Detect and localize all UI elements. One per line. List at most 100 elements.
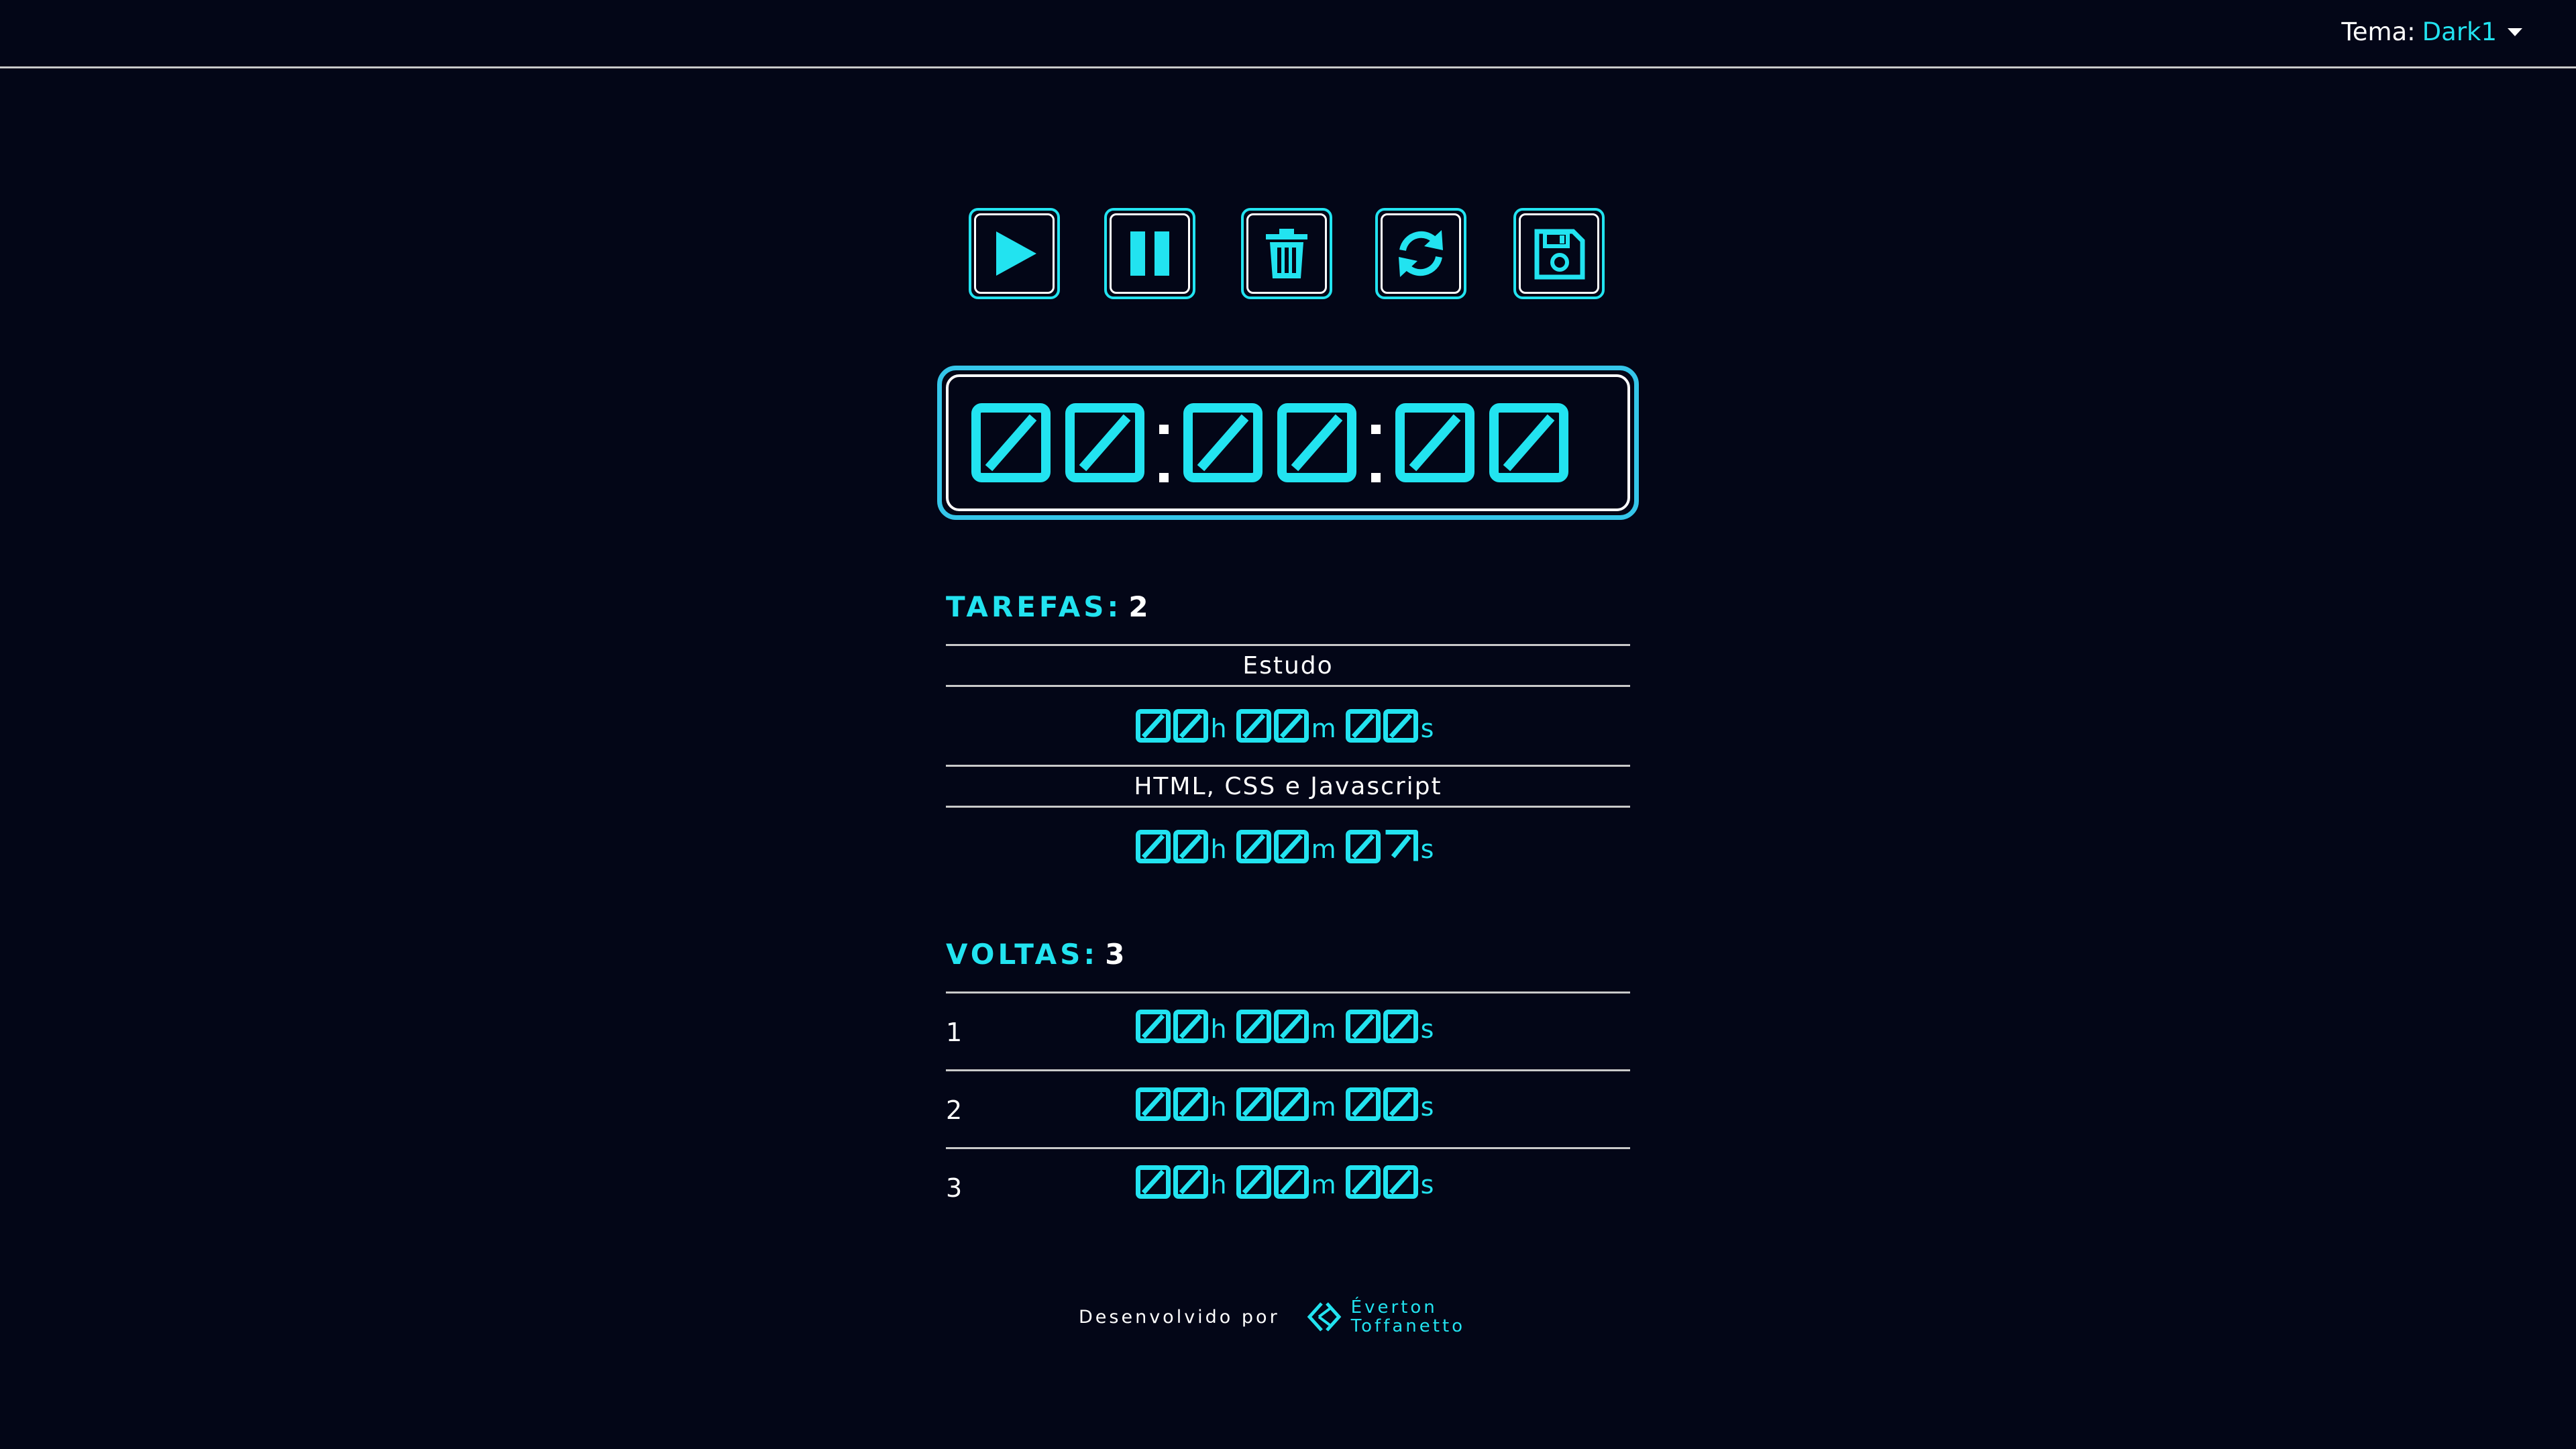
time-m-digits: [1236, 830, 1309, 863]
trash-icon: [1266, 229, 1307, 278]
theme-value[interactable]: Dark1: [2422, 17, 2497, 46]
digit: [1135, 1010, 1171, 1043]
unit-h: h: [1210, 1092, 1227, 1122]
unit-s: s: [1420, 1014, 1434, 1044]
time-value: hms: [1135, 1087, 1441, 1122]
author-logo-icon: [1307, 1302, 1342, 1332]
time-s-digits: [1345, 830, 1418, 863]
task-time: hms: [946, 808, 1630, 885]
lap-row: 1 hms: [946, 994, 1630, 1071]
digit: [1273, 709, 1309, 743]
colon-dot: [1159, 473, 1169, 482]
digit: [1273, 1165, 1309, 1199]
digit: [1173, 1165, 1208, 1199]
unit-h: h: [1210, 714, 1227, 743]
time-value: hms: [1135, 830, 1441, 864]
author-link[interactable]: Éverton Toffanetto: [1307, 1298, 1465, 1336]
digit: [1345, 1165, 1381, 1199]
digit: [1383, 709, 1418, 743]
save-button[interactable]: [1513, 208, 1605, 299]
author-first-name: Éverton: [1350, 1297, 1438, 1318]
lap-row: 3 hms: [946, 1149, 1630, 1225]
play-button[interactable]: [969, 208, 1060, 299]
developed-by-text: Desenvolvido por: [1079, 1306, 1280, 1328]
unit-m: m: [1311, 835, 1336, 864]
digit: [1345, 709, 1381, 743]
time-s-digits: [1345, 1165, 1418, 1199]
time-m-digits: [1236, 709, 1309, 743]
digit: [1236, 1165, 1271, 1199]
digit: [1236, 1010, 1271, 1043]
time-h-digits: [1135, 1010, 1208, 1043]
time-value: hms: [1135, 1010, 1441, 1044]
control-bar: [966, 208, 1610, 302]
digit: [1135, 1165, 1171, 1199]
laps-heading: VOLTAS: 3: [946, 938, 1128, 971]
refresh-icon: [1399, 230, 1443, 277]
colon-dot: [1159, 425, 1169, 434]
task-name: HTML, CSS e Javascript: [946, 765, 1630, 808]
digit: [1236, 830, 1271, 863]
digit: [1273, 1087, 1309, 1121]
digit: [1383, 1010, 1418, 1043]
tasks-list: Estudo h m s HTML, CSS e Javascript h m s: [946, 644, 1630, 885]
lap-row: 2 hms: [946, 1071, 1630, 1149]
laps-label: VOLTAS:: [946, 938, 1099, 971]
digit: [1135, 830, 1171, 863]
pause-icon: [1130, 231, 1169, 276]
unit-m: m: [1311, 1170, 1336, 1199]
time-s-digits: [1345, 1087, 1418, 1121]
timer-digit: [1183, 403, 1263, 482]
reset-button[interactable]: [1375, 208, 1466, 299]
task-name: Estudo: [946, 644, 1630, 687]
colon-dot: [1371, 425, 1381, 434]
chevron-down-icon[interactable]: [2508, 28, 2522, 36]
time-value: hms: [1135, 709, 1441, 743]
unit-h: h: [1210, 835, 1227, 864]
digit: [1345, 830, 1381, 863]
time-h-digits: [1135, 1165, 1208, 1199]
unit-s: s: [1420, 1170, 1434, 1199]
digit: [1383, 1165, 1418, 1199]
unit-m: m: [1311, 1092, 1336, 1122]
delete-button[interactable]: [1241, 208, 1332, 299]
pause-button[interactable]: [1104, 208, 1195, 299]
time-m-digits: [1236, 1087, 1309, 1121]
digit: [1173, 1087, 1208, 1121]
timer-digit: [1065, 403, 1144, 482]
timer-digit: [1395, 403, 1474, 482]
digit: [1236, 1087, 1271, 1121]
time-h-digits: [1135, 830, 1208, 863]
digit: [1173, 1010, 1208, 1043]
digit: [1273, 830, 1309, 863]
digit: [1273, 1010, 1309, 1043]
time-h-digits: [1135, 1087, 1208, 1121]
main-timer-digits: [971, 403, 1568, 482]
unit-m: m: [1311, 714, 1336, 743]
unit-m: m: [1311, 1014, 1336, 1044]
author-last-name: Toffanetto: [1350, 1316, 1466, 1336]
time-h-digits: [1135, 709, 1208, 743]
timer-digit: [1277, 403, 1356, 482]
digit: [1135, 1087, 1171, 1121]
unit-s: s: [1420, 714, 1434, 743]
digit: [1345, 1087, 1381, 1121]
floppy-disk-icon: [1534, 229, 1585, 280]
timer-digit: [1489, 403, 1568, 482]
time-m-digits: [1236, 1165, 1309, 1199]
unit-s: s: [1420, 835, 1434, 864]
main-timer-display: [937, 366, 1639, 520]
tasks-count: 2: [1128, 590, 1152, 623]
unit-h: h: [1210, 1014, 1227, 1044]
laps-count: 3: [1105, 938, 1128, 971]
digit: [1173, 830, 1208, 863]
theme-selector[interactable]: Tema: Dark1: [2341, 17, 2522, 46]
task-time: hms: [946, 687, 1630, 765]
digit: [1236, 709, 1271, 743]
timer-digit: [971, 403, 1051, 482]
digit: [1173, 709, 1208, 743]
footer: Desenvolvido por Éverton Toffanetto: [1079, 1298, 1465, 1336]
time-s-digits: [1345, 1010, 1418, 1043]
theme-label: Tema:: [2341, 17, 2416, 46]
tasks-heading: TAREFAS: 2: [946, 590, 1152, 623]
